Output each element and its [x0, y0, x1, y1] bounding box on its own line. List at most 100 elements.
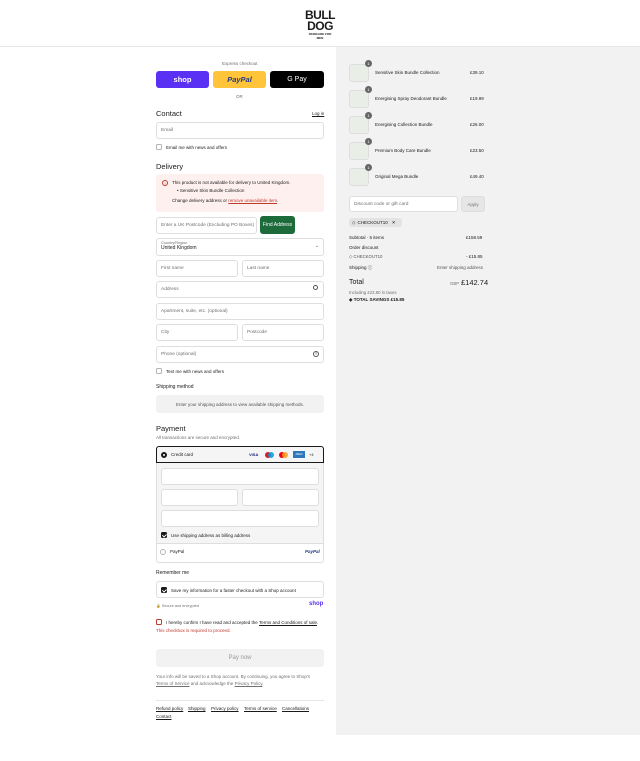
quantity-badge: 1	[365, 164, 372, 171]
quantity-badge: 1	[365, 112, 372, 119]
footer-shipping[interactable]: Shipping	[188, 706, 206, 711]
text-news-checkbox[interactable]	[156, 368, 162, 374]
quantity-badge: 1	[365, 138, 372, 145]
save-info-box: Save my information for a faster checkou…	[156, 581, 324, 598]
product-image	[349, 142, 369, 160]
terms-error: This checkbox is required to proceed.	[156, 628, 231, 633]
help-icon[interactable]: ?	[313, 351, 319, 357]
paypal-button[interactable]: PayPal	[213, 71, 266, 88]
shop-legal-text: Your info will be saved to a Shop accoun…	[156, 673, 310, 687]
or-divider: OR	[236, 94, 243, 99]
discount-code-field[interactable]: Discount code or gift card	[349, 196, 458, 212]
item-price: £49.40	[470, 174, 484, 179]
currency-code: GBP	[450, 281, 460, 286]
footer-cancellations[interactable]: Cancellations	[282, 706, 309, 711]
item-price: £23.50	[470, 148, 484, 153]
credit-card-label: Credit card	[171, 452, 194, 457]
item-name: Premium Body Care Bundle	[375, 148, 431, 153]
terms-label: I hereby confirm I have read and accepte…	[166, 620, 318, 625]
subtotal-value: £158.59	[466, 235, 483, 240]
phone-field[interactable]: Phone (optional)	[156, 346, 324, 363]
delivery-title: Delivery	[156, 162, 184, 171]
subtotal-label: Subtotal · 5 items	[349, 235, 385, 240]
apply-button[interactable]: Apply	[461, 196, 485, 212]
item-name: Original Mega Bundle	[375, 174, 419, 179]
legal-line1: Your info will be saved to a Shop accoun…	[156, 674, 311, 679]
terms-suffix: .	[317, 620, 319, 625]
total-value: £142.74	[461, 278, 489, 287]
terms-checkbox[interactable]	[156, 619, 162, 625]
product-image	[349, 64, 369, 82]
apartment-field[interactable]: Apartment, suite, etc. (optional)	[156, 303, 324, 320]
discount-code-value: CHECKOUT10	[353, 254, 383, 259]
footer-contact[interactable]: Contact	[156, 714, 172, 719]
credit-card-radio[interactable]	[161, 452, 167, 458]
footer-refund-policy[interactable]: Refund policy	[156, 706, 183, 711]
warning-end: .	[277, 198, 279, 203]
save-info-checkbox[interactable]	[161, 587, 167, 593]
email-news-checkbox[interactable]	[156, 144, 162, 150]
bulldog-logo[interactable]: BULL DOG SKINCARE FOR MEN	[305, 9, 336, 40]
last-name-field[interactable]: Last name	[242, 260, 324, 277]
legal-and: and acknowledge the	[190, 681, 234, 686]
shipping-method-note: Enter your shipping address to view avai…	[156, 395, 324, 413]
card-number-field[interactable]	[161, 468, 319, 485]
postcode-field[interactable]: Postcode	[242, 324, 324, 341]
delivery-warning: ! This product is not available for deli…	[156, 174, 324, 212]
warning-item: • Sensitive Skin Bundle Collection	[177, 188, 245, 193]
search-icon	[313, 285, 318, 290]
logo-line2: DOG	[307, 19, 333, 33]
discount-tag: ◇ CHECKOUT10 ✕	[349, 218, 402, 227]
total-label: Total	[349, 279, 364, 286]
card-cvv-field[interactable]	[242, 489, 319, 506]
logo-line3: SKINCARE FOR MEN	[308, 32, 332, 40]
shop-logo: shop	[309, 601, 324, 607]
footer-privacy-policy[interactable]: Privacy policy	[211, 706, 239, 711]
remember-title: Remember me	[156, 570, 190, 576]
address-field[interactable]: Address	[156, 281, 324, 298]
chevron-down-icon: ⌄	[314, 243, 319, 249]
help-icon[interactable]: ⓘ	[368, 265, 373, 270]
remove-unavailable-link[interactable]: remove unavailable item	[228, 198, 277, 203]
item-name: Sensitive Skin Bundle Collection	[375, 70, 440, 75]
secure-text: Secure and encrypted	[161, 604, 199, 608]
footer-terms[interactable]: Terms of service	[244, 706, 277, 711]
close-icon[interactable]: ✕	[392, 220, 396, 226]
shipping-label: Shipping ⓘ	[349, 265, 372, 271]
card-name-field[interactable]	[161, 510, 319, 527]
paypal-option-label[interactable]: PayPal	[170, 549, 184, 554]
warning-item-name: Sensitive Skin Bundle Collection	[179, 188, 245, 193]
pay-now-button[interactable]: Pay now	[156, 649, 324, 667]
more-cards-icon: +4	[309, 452, 314, 457]
shop-tos-link[interactable]: Terms of Service	[156, 681, 190, 686]
product-image	[349, 90, 369, 108]
first-name-field[interactable]: First name	[156, 260, 238, 277]
login-link[interactable]: Log in	[312, 111, 324, 116]
payment-subtitle: All transactions are secure and encrypte…	[156, 435, 241, 440]
google-pay-button[interactable]: G Pay	[270, 71, 324, 88]
city-field[interactable]: City	[156, 324, 238, 341]
billing-checkbox[interactable]	[161, 532, 167, 538]
find-address-button[interactable]: Find Address	[260, 216, 295, 234]
product-image	[349, 168, 369, 186]
paypal-logo: PayPal	[305, 549, 320, 554]
credit-card-option[interactable]: Credit card VISA AMEX +4	[156, 446, 324, 463]
paypal-radio[interactable]	[160, 549, 166, 555]
card-expiry-field[interactable]	[161, 489, 238, 506]
shop-pay-button[interactable]: shop	[156, 71, 209, 88]
payment-divider	[156, 543, 324, 544]
email-field[interactable]: Email	[156, 122, 324, 139]
terms-prefix: I hereby confirm I have read and accepte…	[166, 620, 258, 625]
shipping-value: Enter shipping address	[437, 265, 484, 270]
taxes-note: Including £23.80 in taxes	[349, 290, 397, 295]
warning-icon: !	[162, 180, 168, 186]
uk-postcode-field[interactable]: Enter a UK Postcode (Excluding PO Boxes)	[156, 217, 257, 234]
legal-end: .	[262, 681, 264, 686]
terms-link[interactable]: Terms and Conditions of sale	[259, 620, 317, 625]
visa-icon: VISA	[249, 452, 259, 457]
product-image	[349, 116, 369, 134]
order-discount-label: Order discount	[349, 245, 379, 250]
shop-privacy-link[interactable]: Privacy Policy	[235, 681, 263, 686]
item-name: Energising Spray Deodorant Bundle	[375, 96, 447, 101]
country-select[interactable]: Country/Region United Kingdom ⌄	[156, 238, 324, 256]
